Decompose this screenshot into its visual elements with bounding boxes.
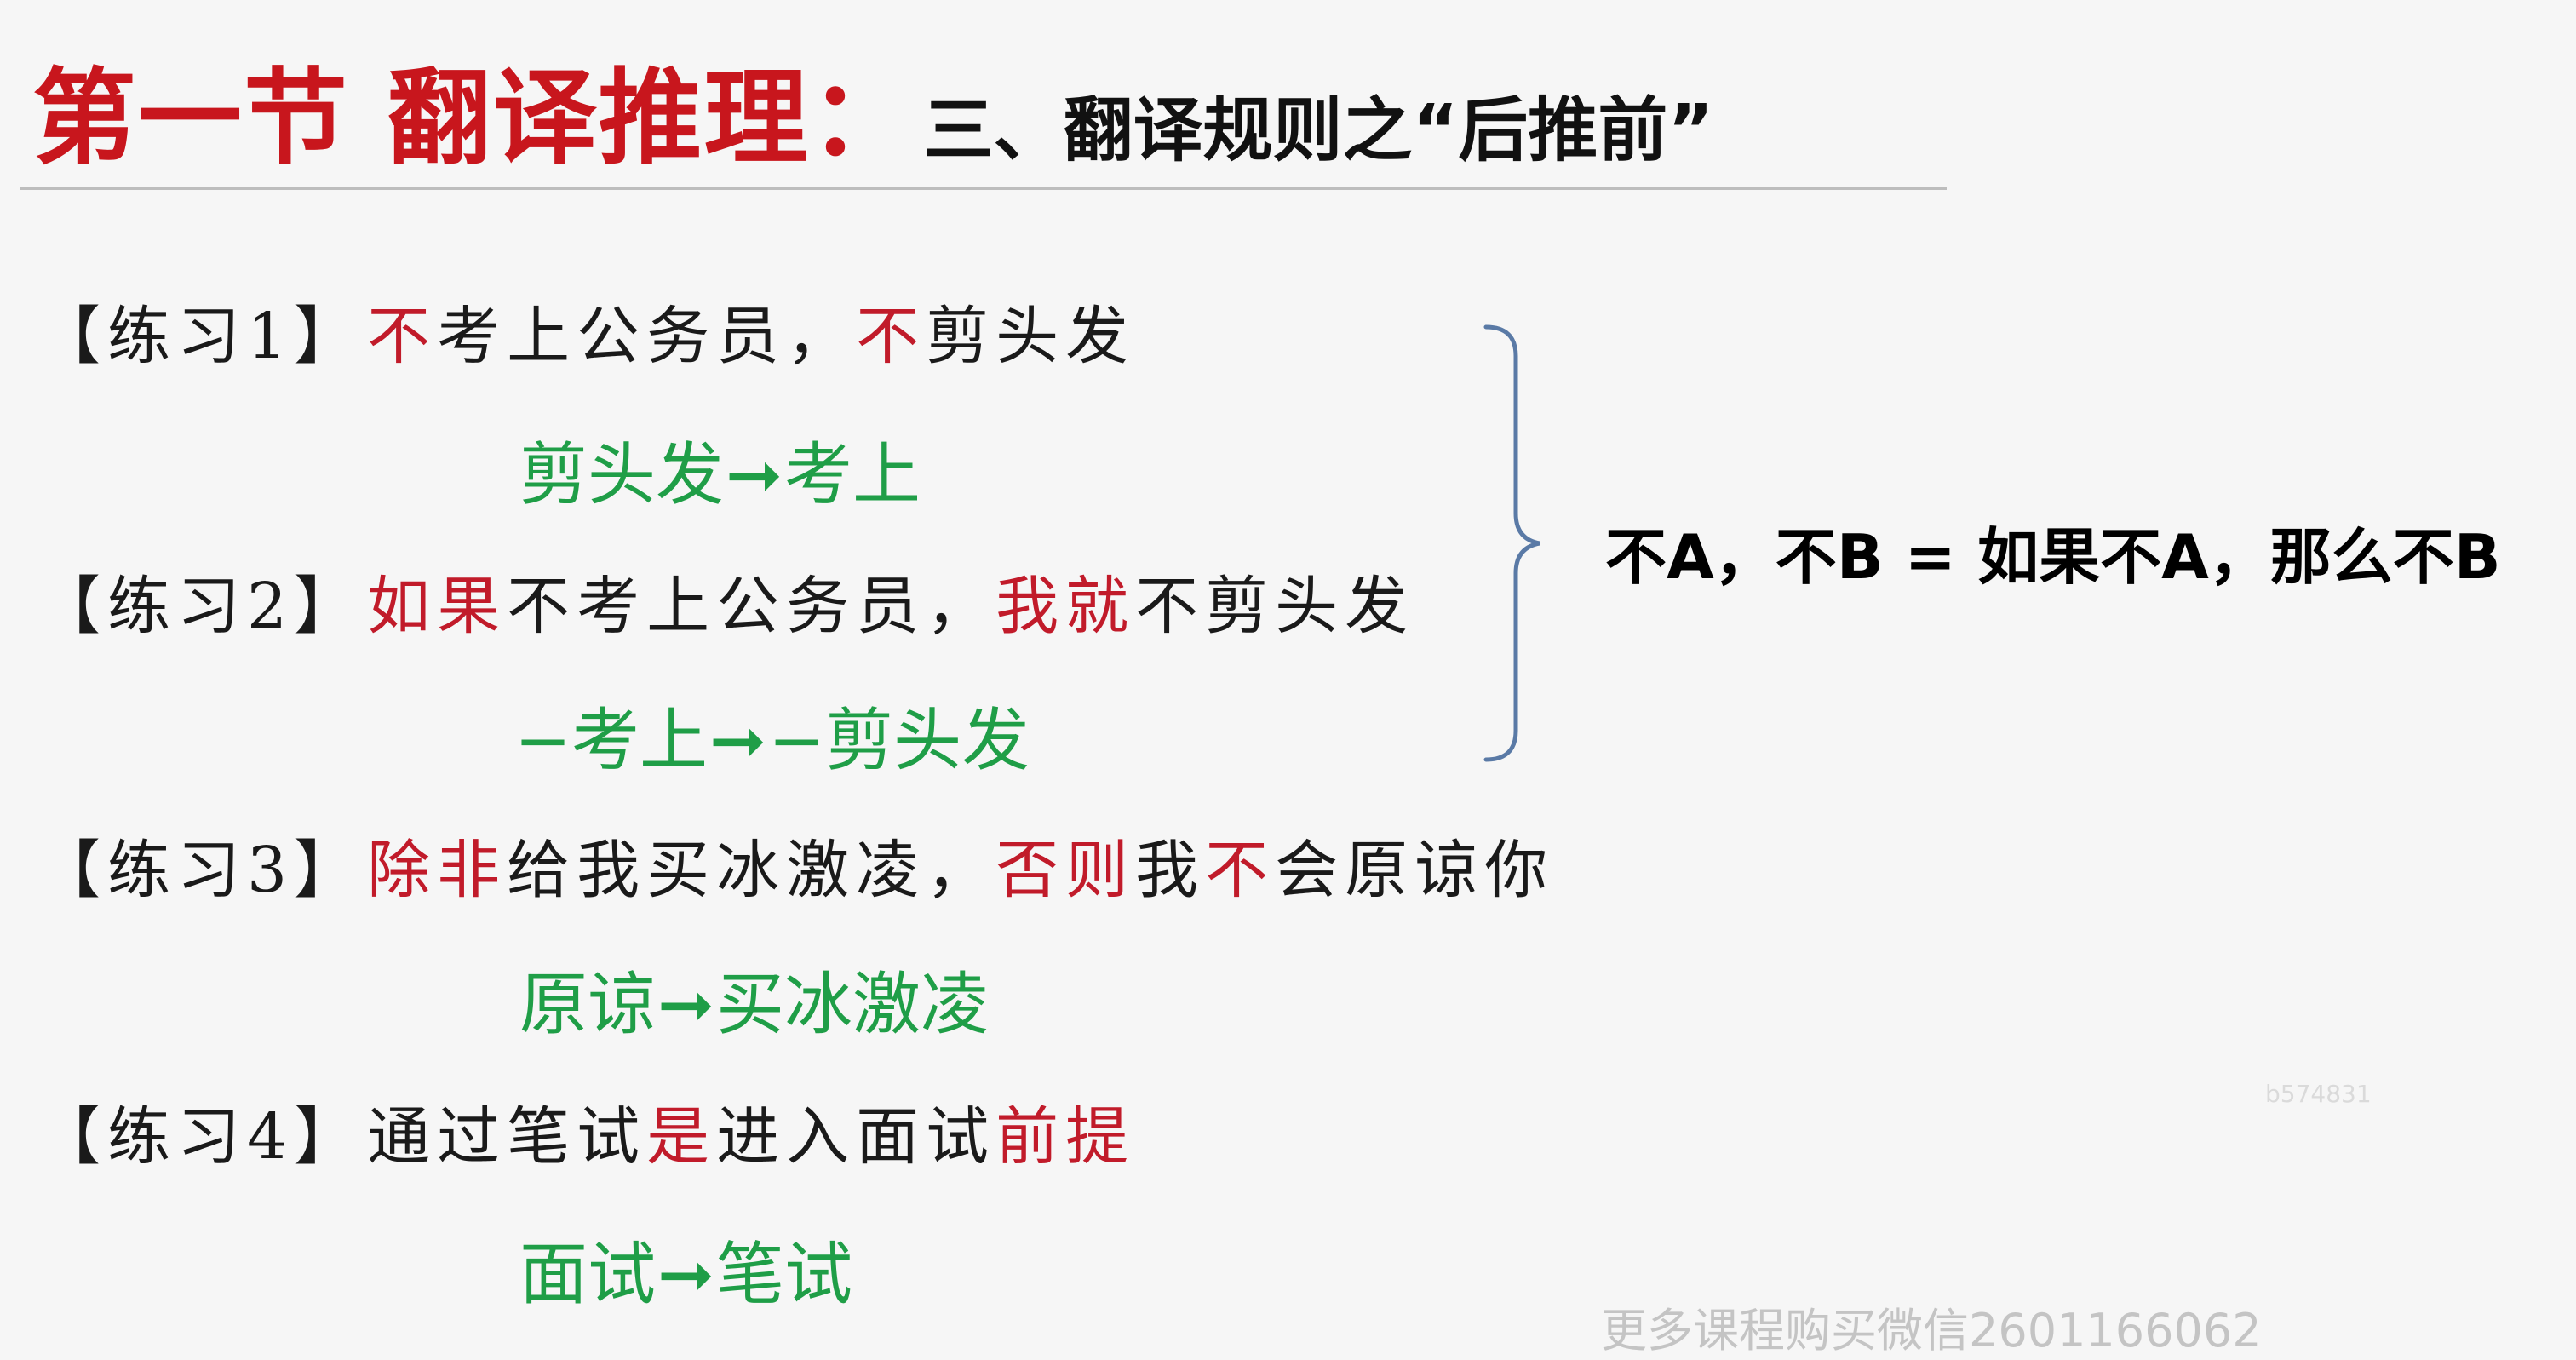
- watermark-id: b574831: [2265, 1080, 2372, 1108]
- answer-to: 考上: [784, 435, 921, 514]
- keyword-highlight: 不: [1205, 834, 1276, 907]
- sentence-text: 通过笔试: [367, 1100, 647, 1174]
- keyword-highlight: 否则: [995, 834, 1136, 907]
- slide-title: 第一节 翻译推理： 三、翻译规则之“后推前”: [32, 34, 1713, 185]
- exercise-2-sentence: 【练习2】如果不考上公务员，我就不剪头发: [37, 555, 1414, 646]
- keyword-highlight: 如果: [367, 570, 508, 643]
- exercise-1-answer: 剪头发➞考上: [519, 420, 921, 519]
- keyword-highlight: 是: [646, 1100, 717, 1174]
- arrow-icon: ➞: [709, 701, 767, 780]
- exercise-3-answer: 原谅➞买冰激凌: [519, 950, 989, 1048]
- exercise-1-sentence: 【练习1】不考上公务员，不剪头发: [37, 285, 1135, 376]
- keyword-highlight: 除非: [367, 834, 508, 907]
- exercise-4-answer: 面试➞笔试: [519, 1219, 852, 1318]
- exercise-label: 【练习3】: [37, 834, 364, 907]
- keyword-highlight: 不: [367, 300, 438, 373]
- sentence-text: 给我买冰激凌，: [507, 834, 996, 907]
- title-divider: [20, 187, 1947, 190]
- answer-from: 原谅: [519, 965, 656, 1044]
- answer-from: 面试: [519, 1235, 656, 1314]
- right-brace-icon: [1483, 324, 1540, 762]
- answer-to: −剪头发: [768, 701, 1030, 780]
- sentence-text: 考上公务员，: [437, 300, 857, 373]
- exercise-3-sentence: 【练习3】除非给我买冰激凌，否则我不会原谅你: [37, 819, 1554, 910]
- answer-from: −考上: [514, 701, 709, 780]
- sentence-text: 我: [1135, 834, 1206, 907]
- keyword-highlight: 不: [856, 300, 927, 373]
- title-main: 第一节 翻译推理：: [32, 58, 915, 179]
- keyword-highlight: 前提: [995, 1100, 1136, 1174]
- exercise-4-sentence: 【练习4】通过笔试是进入面试前提: [37, 1086, 1135, 1177]
- arrow-icon: ➞: [657, 965, 715, 1044]
- rule-formula: 不A，不B = 如果不A，那么不B: [1605, 521, 2501, 593]
- title-subtitle: 三、翻译规则之“后推前”: [923, 90, 1714, 171]
- sentence-text: 会原谅你: [1275, 834, 1555, 907]
- exercise-label: 【练习2】: [37, 570, 364, 643]
- sentence-text: 剪头发: [926, 300, 1136, 373]
- exercise-2-answer: −考上➞−剪头发: [514, 686, 1030, 784]
- sentence-text: 不剪头发: [1135, 570, 1415, 643]
- arrow-icon: ➞: [726, 435, 783, 514]
- exercise-label: 【练习4】: [37, 1100, 364, 1174]
- keyword-highlight: 我就: [995, 570, 1136, 643]
- answer-to: 笔试: [716, 1235, 853, 1314]
- sentence-text: 进入面试: [716, 1100, 996, 1174]
- sentence-text: 不考上公务员，: [507, 570, 996, 643]
- watermark-contact: 更多课程购买微信2601166062: [1601, 1304, 2262, 1357]
- answer-from: 剪头发: [519, 435, 724, 514]
- exercise-label: 【练习1】: [37, 300, 364, 373]
- answer-to: 买冰激凌: [716, 965, 990, 1044]
- arrow-icon: ➞: [657, 1235, 715, 1314]
